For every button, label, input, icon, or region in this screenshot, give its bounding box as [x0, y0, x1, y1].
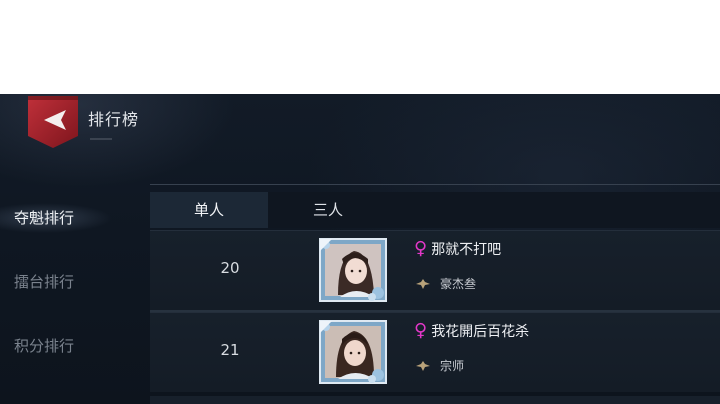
player-name-line: ♀ 我花開后百花杀: [414, 321, 529, 341]
tab-label: 三人: [312, 201, 343, 219]
back-arrow-icon: [28, 96, 78, 148]
tab-label: 单人: [193, 201, 224, 219]
table-row[interactable]: 20 ♀ 那就不打吧 豪杰叁: [150, 230, 720, 310]
player-name-line: ♀ 那就不打吧: [414, 239, 501, 259]
female-icon: ♀: [414, 320, 428, 341]
title-underline: [90, 138, 112, 140]
sidebar-item-label: 夺魁排行: [14, 209, 75, 227]
sidebar-item-points[interactable]: 积分排行: [0, 324, 150, 368]
female-icon: ♀: [414, 238, 428, 259]
rank-emblem-icon: [416, 278, 430, 289]
sidebar-item-label: 积分排行: [14, 337, 75, 355]
rank-emblem-icon: [416, 360, 430, 371]
rank-number: 20: [220, 259, 240, 277]
back-button[interactable]: [28, 96, 78, 148]
sidebar-item-label: 擂台排行: [14, 273, 75, 291]
rank-number: 21: [220, 341, 240, 359]
header-divider: [150, 184, 720, 185]
avatar[interactable]: [318, 237, 390, 305]
leaderboard-screen: 排行榜 夺魁排行 擂台排行 积分排行 单人 三人 20 ♀ 那就不打吧 豪杰叁 …: [0, 94, 720, 404]
player-title: 豪杰叁: [440, 277, 477, 291]
top-blank-area: [0, 0, 720, 94]
page-title: 排行榜: [88, 110, 140, 129]
player-title: 宗师: [440, 359, 465, 373]
next-row-partial: [150, 396, 720, 404]
sidebar-item-arena[interactable]: 擂台排行: [0, 260, 150, 304]
tab-trio[interactable]: 三人: [268, 192, 388, 228]
player-name: 那就不打吧: [431, 242, 502, 258]
avatar[interactable]: [318, 319, 390, 387]
tab-solo[interactable]: 单人: [150, 192, 268, 228]
sidebar-item-championship[interactable]: 夺魁排行: [0, 196, 150, 240]
player-title-line: 宗师: [416, 357, 464, 374]
player-title-line: 豪杰叁: [416, 275, 476, 292]
table-row[interactable]: 21 ♀ 我花開后百花杀 宗师: [150, 312, 720, 392]
player-name: 我花開后百花杀: [431, 324, 530, 340]
